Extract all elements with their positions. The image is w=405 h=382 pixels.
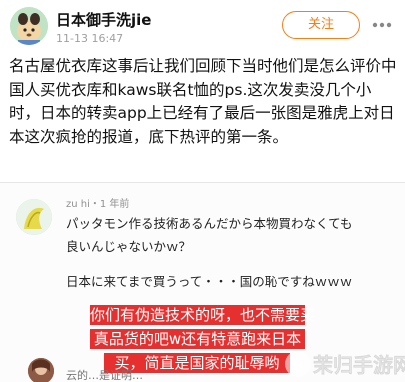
post-timestamp: 11-13 16:47 (56, 32, 124, 45)
post-body-text: 名古屋优衣库这事后让我们回顾下当时他们是怎么评价中国人买优衣库和kaws联名t恤… (9, 57, 397, 146)
post-header: 日本御手洗jie 11-13 16:47 关注 (0, 0, 405, 52)
username[interactable]: 日本御手洗jie (56, 9, 151, 30)
post-page: 日本御手洗jie 11-13 16:47 关注 名古屋优衣库这事后让我们回顾下当… (0, 0, 405, 382)
commenter-avatar (16, 199, 52, 235)
comment-text-line: パッタモン作る技術あるんだから本物買わなくても (66, 216, 353, 231)
watermark-text: 茉归手游网 (313, 353, 405, 378)
more-dots-icon[interactable] (368, 14, 396, 36)
comment-text-line: 良いんじゃないかｗ？ (66, 239, 192, 254)
comment-meta: zu hi・1 年前 (66, 199, 130, 210)
user-avatar[interactable] (10, 7, 48, 45)
follow-button[interactable]: 关注 (282, 11, 360, 39)
site-watermark: 茉归手游网 (283, 343, 405, 382)
translation-caption: 你们有伪造技术的呀，也不需要买 (90, 305, 316, 325)
translation-caption: 真品货的吧w还有特意跑来日本 (90, 329, 305, 349)
next-commenter-avatar (28, 358, 54, 382)
comment-text-line: 日本に来てまで買うって・・・国の恥ですねｗｗｗ (66, 274, 353, 289)
next-comment-text: 云的…是证明… (66, 369, 143, 382)
embedded-image[interactable]: zu hi・1 年前 パッタモン作る技術あるんだから本物買わなくても 良いんじゃ… (0, 182, 405, 382)
watermark-logo-icon (285, 351, 311, 377)
